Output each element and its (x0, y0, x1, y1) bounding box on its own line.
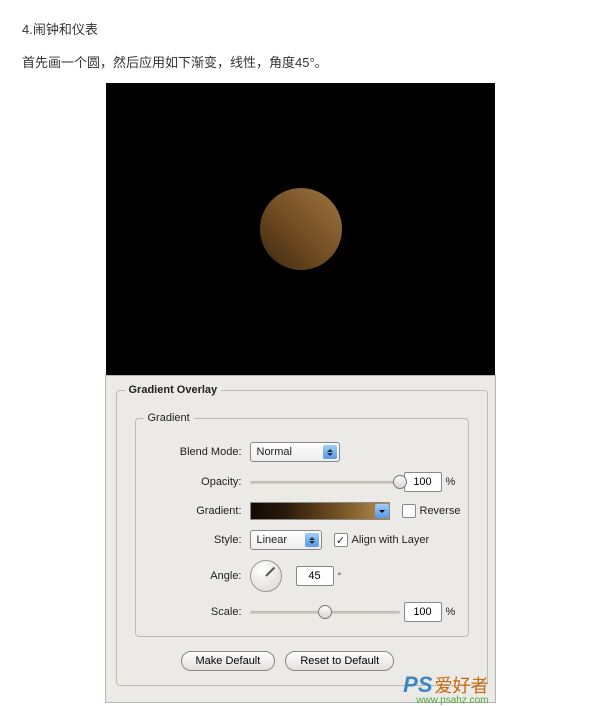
opacity-input[interactable] (404, 472, 442, 492)
blend-mode-value: Normal (257, 446, 319, 458)
angle-input[interactable] (296, 566, 334, 586)
dropdown-icon (375, 504, 389, 518)
group-gradient: Gradient Blend Mode: Normal Opacity: % G… (135, 412, 470, 637)
row-opacity: Opacity: % (144, 472, 461, 492)
gradient-circle (260, 188, 342, 270)
angle-knob[interactable] (250, 560, 282, 592)
row-gradient: Gradient: Reverse (144, 502, 461, 520)
align-label: Align with Layer (352, 534, 430, 546)
align-checkbox[interactable]: ✓ (334, 533, 348, 547)
step-description: 首先画一个圆，然后应用如下渐变，线性，角度45°。 (22, 51, 578, 76)
row-scale: Scale: % (144, 602, 461, 622)
step-heading: 4.闹钟和仪表 (22, 18, 578, 43)
group-gradient-overlay: Gradient Overlay Gradient Blend Mode: No… (116, 384, 489, 686)
gradient-swatch[interactable] (250, 502, 390, 520)
blend-mode-select[interactable]: Normal (250, 442, 340, 462)
scale-input[interactable] (404, 602, 442, 622)
gradient-overlay-panel: Gradient Overlay Gradient Blend Mode: No… (105, 375, 496, 703)
dropdown-icon (305, 533, 319, 547)
opacity-slider[interactable] (250, 475, 400, 489)
scale-unit: % (446, 606, 456, 618)
degree-symbol: ° (338, 571, 342, 581)
blend-mode-label: Blend Mode: (144, 446, 242, 458)
inner-title: Gradient (144, 412, 194, 424)
style-value: Linear (257, 534, 301, 546)
reverse-label: Reverse (420, 505, 461, 517)
row-blend-mode: Blend Mode: Normal (144, 442, 461, 462)
make-default-button[interactable]: Make Default (181, 651, 276, 671)
opacity-label: Opacity: (144, 476, 242, 488)
row-angle: Angle: ° (144, 560, 461, 592)
watermark: PS 爱好者 www.psahz.com (403, 674, 488, 706)
watermark-zh: 爱好者 (435, 677, 489, 695)
gradient-label: Gradient: (144, 505, 242, 517)
reset-default-button[interactable]: Reset to Default (285, 651, 394, 671)
row-style: Style: Linear ✓ Align with Layer (144, 530, 461, 550)
style-select[interactable]: Linear (250, 530, 322, 550)
dropdown-icon (323, 445, 337, 459)
watermark-ps: PS (403, 674, 432, 696)
reverse-checkbox[interactable] (402, 504, 416, 518)
style-label: Style: (144, 534, 242, 546)
scale-slider[interactable] (250, 605, 400, 619)
angle-label: Angle: (144, 570, 242, 582)
opacity-unit: % (446, 476, 456, 488)
scale-label: Scale: (144, 606, 242, 618)
watermark-url: www.psahz.com (403, 696, 488, 706)
preview-canvas (106, 83, 495, 375)
group-title: Gradient Overlay (125, 384, 222, 396)
